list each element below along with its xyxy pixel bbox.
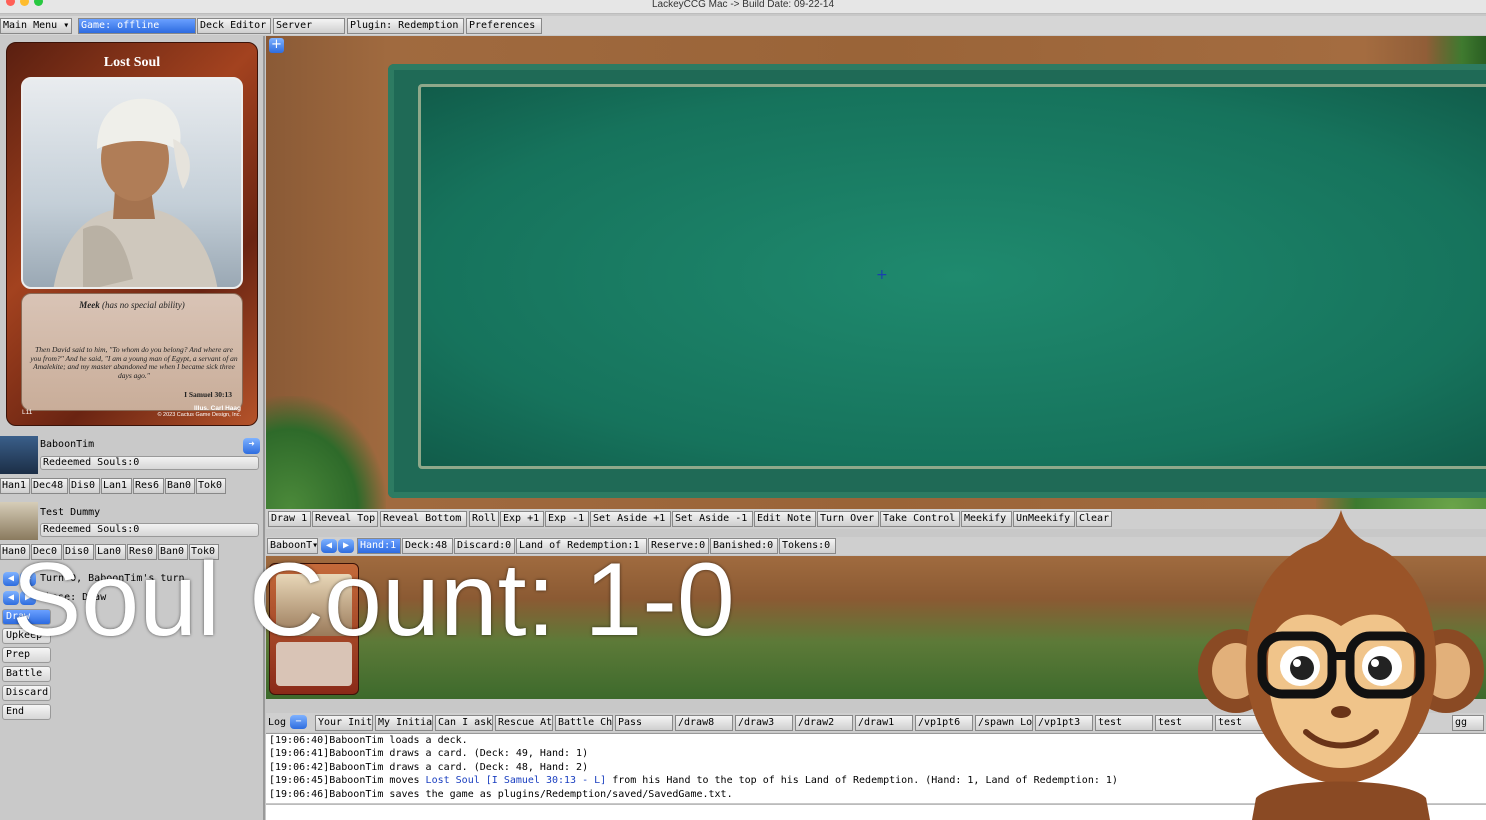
meekify-button[interactable]: Meekify [961,511,1012,527]
card-title: Lost Soul [103,55,161,70]
card-reference: I Samuel 30:13 [184,390,232,399]
log-text: BaboonTim draws a card. (Deck: 49, Hand:… [329,748,589,760]
log-text: BaboonTim loads a deck. [329,735,468,746]
reveal-top-button[interactable]: Reveal Top [312,511,378,527]
macro-button[interactable]: /draw8 [675,715,733,731]
macro-button[interactable]: /spawn Lo [975,715,1033,731]
phase-end-button[interactable]: End [2,704,51,720]
menu-bar: Main Menu ▾ Game: offline Deck Editor Se… [0,16,1486,35]
main-menu-label: Main Menu [3,20,58,31]
edit-note-button[interactable]: Edit Note [754,511,816,527]
main-menu-button[interactable]: Main Menu ▾ [0,18,72,34]
card-ability: Meek (has no special ability) [22,300,242,310]
card-verse: Then David said to him, "To whom do you … [30,345,238,380]
take-control-button[interactable]: Take Control [880,511,960,527]
chevron-down-icon: ▾ [57,20,70,31]
macro-button[interactable]: Rescue At [495,715,553,731]
soul-count-overlay: Soul Count: 1-0 [12,542,735,658]
minimize-window-button[interactable] [20,0,29,6]
window-title: LackeyCCG Mac -> Build Date: 09-22-14 [651,0,835,10]
unmeekify-button[interactable]: UnMeekify [1013,511,1075,527]
turn-over-button[interactable]: Turn Over [817,511,879,527]
log-time: [19:06:41] [269,748,330,760]
add-icon[interactable]: + [269,38,284,53]
log-label: Log [268,717,287,728]
macro-button[interactable]: Pass [615,715,673,731]
set-aside-plus-button[interactable]: Set Aside +1 [590,511,671,527]
zone-tokens-tab[interactable]: Tokens:0 [779,538,836,554]
tab-plugin[interactable]: Plugin: Redemption [347,18,464,34]
next-arrow-icon[interactable]: ➜ [243,438,260,454]
draw-1-button[interactable]: Draw 1 [268,511,311,527]
macro-button[interactable]: /vp1pt3 [1035,715,1093,731]
tab-deck-editor[interactable]: Deck Editor [197,18,271,34]
macro-button[interactable]: Battle Ch [555,715,613,731]
zone-deck-button[interactable]: Dec48 [31,478,68,494]
crosshair-icon: + [876,267,888,283]
reveal-bottom-button[interactable]: Reveal Bottom [380,511,467,527]
zone-reserve-button[interactable]: Res6 [133,478,164,494]
monkey-mascot-image [1198,510,1484,820]
log-time: [19:06:46] [269,788,330,800]
leaf-decoration [266,396,386,509]
avatar [0,436,38,474]
zoom-window-button[interactable] [34,0,43,6]
phase-battle-button[interactable]: Battle [2,666,51,682]
left-panel: Lost Soul Meek (has no special ability) … [0,36,265,820]
macro-button[interactable]: Your Init [315,715,373,731]
redeemed-souls: Redeemed Souls:0 [40,456,259,470]
macro-button[interactable]: Can I ask [435,715,493,731]
player-name: BaboonTim [40,439,95,450]
macro-button[interactable]: /draw2 [795,715,853,731]
minus-icon[interactable]: − [290,715,307,729]
tab-preferences[interactable]: Preferences [466,18,542,34]
redeemed-souls: Redeemed Souls:0 [40,523,259,537]
macro-button[interactable]: /draw3 [735,715,793,731]
log-text: BaboonTim saves the game as plugins/Rede… [329,788,733,800]
log-card-link[interactable]: Lost Soul [I Samuel 30:13 - L] [426,775,607,786]
app-window: LackeyCCG Mac -> Build Date: 09-22-14 Ma… [0,0,1486,820]
log-text: BaboonTim moves [329,775,426,787]
title-bar: LackeyCCG Mac -> Build Date: 09-22-14 [0,0,1486,14]
window-controls [6,0,48,9]
player-name: Test Dummy [40,507,101,518]
tab-game[interactable]: Game: offline [78,18,196,34]
exp-minus-button[interactable]: Exp -1 [545,511,589,527]
ability-name: Meek [79,300,100,310]
avatar [0,502,38,540]
card-copyright: © 2023 Cactus Game Design, Inc. [157,412,241,418]
clear-button[interactable]: Clear [1076,511,1112,527]
macro-button[interactable]: /vp1pt6 [915,715,973,731]
log-time: [19:06:42] [269,761,330,773]
macro-button[interactable]: My Initia [375,715,433,731]
log-time: [19:06:40] [269,735,330,746]
card-artwork [21,77,243,289]
macro-button[interactable]: /draw1 [855,715,913,731]
zone-tokens-button[interactable]: Tok0 [196,478,226,494]
card-illustrator: Illus. Carl Haag [194,405,241,412]
log-text: from his Hand to the top of his Land of … [606,775,1118,787]
zone-hand-button[interactable]: Han1 [0,478,30,494]
exp-plus-button[interactable]: Exp +1 [500,511,544,527]
log-text: BaboonTim draws a card. (Deck: 48, Hand:… [329,761,589,773]
player-panel-baboontim: BaboonTim ➜ Redeemed Souls:0 Han1 Dec48 … [0,434,263,502]
card-code: L11 [22,409,33,416]
log-time: [19:06:45] [269,775,330,787]
tab-server[interactable]: Server [273,18,345,34]
card-credits: Illus. Carl Haag © 2023 Cactus Game Desi… [157,405,241,418]
phase-discard-button[interactable]: Discard [2,685,51,701]
portrait-image [53,98,218,287]
zone-land-button[interactable]: Lan1 [101,478,132,494]
card-text-box: Meek (has no special ability) Then David… [21,293,243,411]
card-preview: Lost Soul Meek (has no special ability) … [6,42,258,426]
playmat [418,84,1486,469]
roll-button[interactable]: Roll [469,511,499,527]
ability-note: (has no special ability) [102,300,185,310]
close-window-button[interactable] [6,0,15,6]
set-aside-minus-button[interactable]: Set Aside -1 [672,511,753,527]
zone-discard-button[interactable]: Dis0 [69,478,100,494]
zone-banished-button[interactable]: Ban0 [165,478,195,494]
macro-button[interactable]: test [1095,715,1153,731]
